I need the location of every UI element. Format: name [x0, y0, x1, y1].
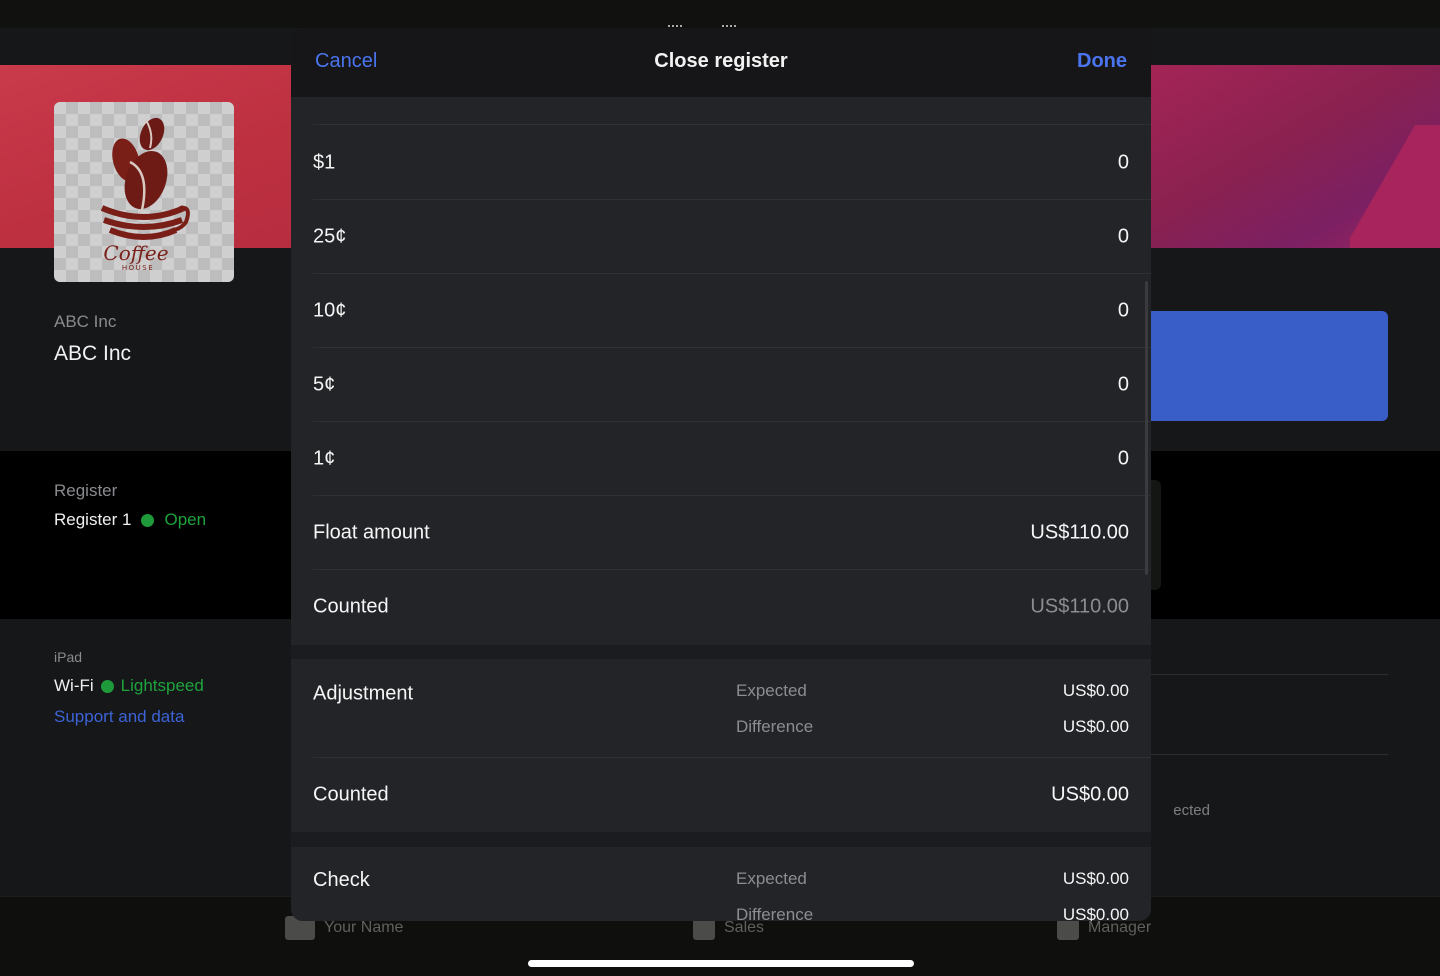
difference-label: Difference	[736, 717, 814, 736]
denomination-row[interactable]: 10¢ 0	[313, 274, 1151, 348]
expected-label: Expected	[736, 681, 807, 700]
tab-label: Sales	[724, 919, 765, 936]
denomination-label: $1	[313, 151, 336, 173]
denomination-label: 5¢	[313, 373, 336, 395]
scrollbar[interactable]	[1145, 281, 1148, 575]
network-name: Lightspeed	[120, 676, 204, 695]
network-type: Wi-Fi	[54, 676, 94, 695]
company-name: ABC Inc	[54, 342, 132, 365]
check-group: Check Expected US$0.00 Difference US$0.0…	[291, 847, 1151, 921]
adjustment-counted-value[interactable]: US$0.00	[1051, 784, 1129, 807]
divider	[1150, 754, 1388, 755]
modal-title: Close register	[654, 50, 788, 72]
denomination-row[interactable]: 25¢ 0	[313, 200, 1151, 274]
register-status: Open	[164, 510, 207, 529]
status-dot-icon	[141, 513, 155, 527]
denomination-count[interactable]: 0	[1118, 299, 1129, 322]
register-label: Register	[54, 481, 118, 500]
svg-text:HOUSE: HOUSE	[122, 264, 154, 272]
denomination-count[interactable]: 0	[1118, 373, 1129, 396]
svg-text:Coffee: Coffee	[103, 241, 168, 265]
denomination-count[interactable]: 0	[1118, 225, 1129, 248]
denomination-label: 25¢	[313, 225, 347, 247]
float-amount-label: Float amount	[313, 521, 430, 543]
denomination-label: 10¢	[313, 299, 347, 321]
adjustment-counted-row[interactable]: Counted US$0.00	[313, 758, 1151, 832]
status-dot-icon	[100, 679, 114, 693]
check-label: Check	[313, 869, 370, 891]
done-button[interactable]: Done	[1077, 50, 1127, 73]
support-and-data-link[interactable]: Support and data	[54, 707, 184, 727]
expected-value: US$0.00	[1062, 869, 1129, 888]
home-indicator[interactable]	[528, 960, 914, 967]
register-status-row: Register 1 Open	[54, 510, 206, 530]
divider	[1150, 674, 1388, 675]
difference-label: Difference	[736, 905, 814, 921]
status-bar	[0, 0, 1440, 28]
company-logo: Coffee HOUSE	[54, 102, 234, 282]
expected-value: US$0.00	[1062, 681, 1129, 700]
float-amount-value[interactable]: US$110.00	[1030, 521, 1129, 544]
float-amount-row[interactable]: Float amount US$110.00	[313, 496, 1151, 570]
tab-label: Your Name	[324, 919, 404, 936]
denomination-row[interactable]: 5¢ 0	[313, 348, 1151, 422]
header-banner-right	[1150, 65, 1440, 248]
adjustment-group: Adjustment Expected US$0.00 Difference U…	[291, 659, 1151, 832]
company-label: ABC Inc	[54, 312, 117, 331]
denomination-row[interactable]: $1 0	[313, 126, 1151, 200]
adjustment-counted-label: Counted	[313, 783, 389, 806]
difference-value: US$0.00	[1062, 905, 1129, 921]
tab-label: Manager	[1088, 919, 1152, 936]
adjustment-label: Adjustment	[313, 682, 414, 705]
difference-value: US$0.00	[1062, 717, 1129, 736]
close-register-modal: Cancel Close register Done $1 0 25¢ 0 10…	[291, 29, 1151, 921]
adjustment-row: Adjustment Expected US$0.00 Difference U…	[313, 659, 1151, 758]
check-row: Check Expected US$0.00 Difference US$0.0…	[313, 847, 1151, 921]
modal-scroll-content[interactable]: $1 0 25¢ 0 10¢ 0 5¢ 0 1¢ 0 Float amount …	[291, 97, 1151, 921]
network-status-row: Wi-Fi Lightspeed	[54, 676, 204, 696]
modal-header: Cancel Close register Done	[291, 29, 1151, 97]
connection-status-text: ected	[1173, 802, 1210, 819]
cash-count-group: $1 0 25¢ 0 10¢ 0 5¢ 0 1¢ 0 Float amount …	[291, 97, 1151, 645]
coffee-cup-icon: Coffee HOUSE	[100, 117, 190, 272]
cash-counted-row: Counted US$110.00	[313, 570, 1151, 644]
register-card	[1150, 480, 1161, 590]
register-name: Register 1	[54, 510, 132, 529]
expected-label: Expected	[736, 869, 807, 888]
denomination-label: 1¢	[313, 447, 336, 469]
cash-counted-value: US$110.00	[1030, 595, 1129, 618]
denomination-count[interactable]: 0	[1118, 447, 1129, 470]
device-label: iPad	[54, 649, 83, 665]
denomination-row[interactable]: 1¢ 0	[313, 422, 1151, 496]
denomination-count[interactable]: 0	[1118, 151, 1129, 174]
primary-action-button[interactable]	[1150, 311, 1388, 421]
cash-counted-label: Counted	[313, 595, 389, 618]
